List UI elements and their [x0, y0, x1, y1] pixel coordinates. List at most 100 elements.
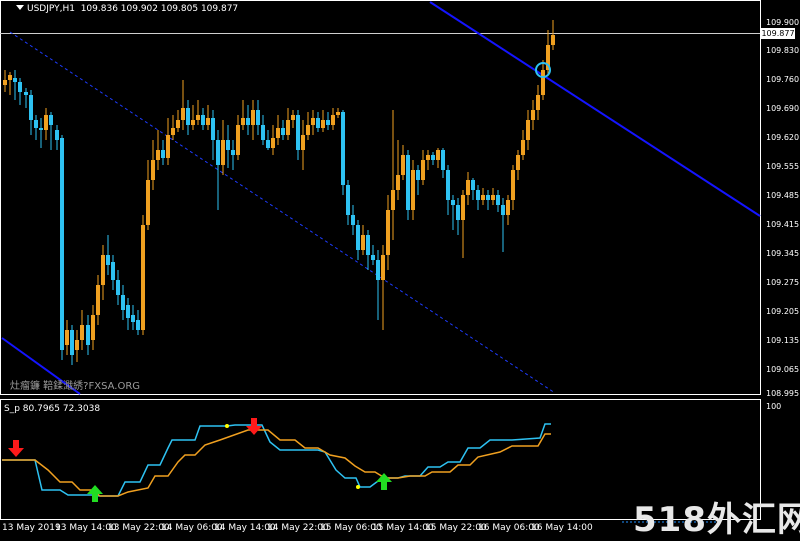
candle-body: [336, 112, 340, 115]
candle-body: [80, 325, 84, 340]
candle-body: [261, 125, 265, 140]
candle-body: [151, 160, 155, 180]
candle-body: [346, 185, 350, 215]
candle-body: [96, 285, 100, 315]
indicator-series: [2, 423, 551, 497]
ohlc-values: 109.836 109.902 109.805 109.877: [80, 4, 239, 14]
candle-body: [526, 120, 530, 140]
candle-body: [206, 118, 210, 125]
price-scale-label: 109.690: [766, 104, 800, 113]
candle-body: [376, 260, 380, 280]
price-scale-label: 109.900: [766, 18, 800, 27]
candle-body: [236, 125, 240, 155]
candle-body: [356, 225, 360, 250]
candle-body: [241, 118, 245, 125]
indicator-scale-max: 100: [766, 402, 782, 411]
main-pane-border: [0, 0, 761, 395]
candle-body: [186, 108, 190, 125]
candle-body: [321, 120, 325, 128]
candle-body: [70, 330, 74, 355]
time-axis-label: 13 May 2019: [2, 523, 61, 533]
chart-canvas[interactable]: [0, 0, 800, 538]
indicator-line-slow: [2, 429, 551, 497]
candle-body: [306, 125, 310, 135]
candle-body: [296, 115, 300, 150]
candle-body: [366, 235, 370, 255]
candle-body: [516, 155, 520, 170]
candle-body: [286, 120, 290, 135]
price-scale-label: 109.415: [766, 220, 800, 229]
candle-body: [3, 80, 7, 85]
candle-body: [316, 118, 320, 128]
candle-body: [101, 255, 105, 285]
candle-body: [511, 170, 515, 200]
price-scale-label: 109.135: [766, 336, 800, 345]
channel-upper-line: [429, 1, 761, 217]
candle-body: [431, 155, 435, 160]
price-scale-label: 109.275: [766, 278, 800, 287]
up-arrow-icon: [376, 473, 392, 490]
candle-body: [211, 118, 215, 140]
candle-body: [351, 215, 355, 225]
brand-logo: 518外汇网: [633, 500, 800, 540]
candle-body: [451, 200, 455, 205]
candle-body: [156, 150, 160, 160]
current-price-tag: 109.877: [761, 28, 795, 39]
candle-body: [446, 170, 450, 200]
candle-body: [551, 35, 555, 45]
time-axis-label: 16 May 14:00: [531, 523, 593, 533]
symbol-label: USDJPY,H1: [27, 4, 75, 14]
candle-body: [411, 170, 415, 210]
candle-body: [39, 128, 43, 130]
candle-body: [13, 78, 17, 82]
candle-body: [471, 180, 475, 190]
candle-body: [246, 118, 250, 125]
candle-body: [536, 95, 540, 110]
candle-body: [486, 195, 490, 200]
candle-body: [126, 305, 130, 318]
candle-body: [311, 118, 315, 125]
chevron-down-icon[interactable]: [16, 5, 24, 10]
candle-body: [18, 82, 22, 92]
candle-body: [256, 110, 260, 125]
candle-body: [221, 140, 225, 165]
candle-body: [381, 255, 385, 280]
candle-body: [75, 340, 79, 350]
candle-body: [506, 200, 510, 215]
up-arrow-icon: [87, 485, 103, 502]
candle-body: [166, 135, 170, 158]
candle-body: [491, 195, 495, 200]
candle-body: [426, 155, 430, 160]
candle-body: [531, 110, 535, 120]
candle-body: [406, 155, 410, 210]
candle-body: [60, 138, 64, 350]
candle-body: [55, 130, 59, 140]
candle-body: [416, 170, 420, 180]
candle-body: [521, 140, 525, 155]
price-scale-label: 109.760: [766, 75, 800, 84]
indicator-line-fast: [2, 423, 551, 497]
symbol-header[interactable]: USDJPY,H1 109.836 109.902 109.805 109.87…: [16, 4, 238, 14]
marker-dot: [225, 424, 229, 428]
price-scale-label: 109.065: [766, 365, 800, 374]
candle-body: [216, 140, 220, 165]
candle-body: [476, 190, 480, 200]
candle-body: [91, 315, 95, 340]
candle-body: [29, 95, 33, 120]
candle-body: [121, 295, 125, 310]
candle-body: [44, 115, 48, 130]
candle-body: [136, 320, 140, 330]
price-scale-label: 108.995: [766, 389, 800, 398]
candle-body: [301, 135, 305, 150]
candle-body: [501, 205, 505, 215]
candle-body: [141, 225, 145, 330]
price-scale-label: 109.830: [766, 46, 800, 55]
candle-body: [86, 325, 90, 345]
candle-body: [181, 108, 185, 120]
candle-body: [371, 255, 375, 260]
candle-body: [49, 115, 53, 125]
candle-body: [441, 150, 445, 170]
candle-body: [161, 150, 165, 158]
candle-body: [541, 70, 545, 95]
candle-body: [326, 120, 330, 125]
